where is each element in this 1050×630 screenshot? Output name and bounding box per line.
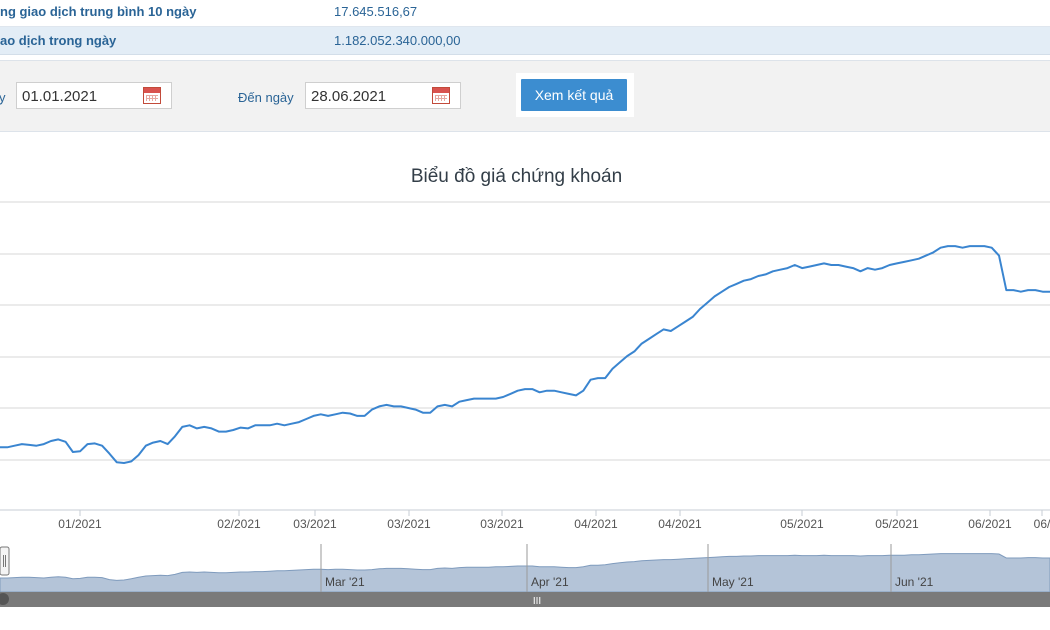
from-date-input[interactable]: 01.01.2021 bbox=[16, 82, 172, 109]
avg-volume-label: ng giao dịch trung bình 10 ngày bbox=[0, 4, 197, 19]
navigator-label: Apr '21 bbox=[531, 575, 569, 589]
grip-icon[interactable]: III bbox=[533, 596, 541, 607]
x-tick-label: 03/2021 bbox=[387, 517, 431, 531]
x-tick-label: 05/2021 bbox=[780, 517, 824, 531]
navigator-scrollbar[interactable] bbox=[0, 592, 1050, 607]
calendar-icon[interactable] bbox=[143, 87, 161, 104]
to-date-label: Đến ngày bbox=[238, 90, 294, 105]
grip-handle-icon[interactable] bbox=[0, 546, 10, 576]
price-series-line bbox=[0, 245, 1050, 464]
x-tick-label: 02/2021 bbox=[217, 517, 261, 531]
avg-volume-row: ng giao dịch trung bình 10 ngày 17.645.5… bbox=[0, 0, 1050, 27]
navigator-label: Jun '21 bbox=[895, 575, 934, 589]
range-navigator[interactable]: Mar '21 Apr '21 May '21 Jun '21 III bbox=[0, 534, 1050, 607]
x-tick-label: 06/2021 bbox=[968, 517, 1012, 531]
x-tick-label: 04/2021 bbox=[574, 517, 618, 531]
from-date-label: y bbox=[0, 90, 6, 105]
to-date-input[interactable]: 28.06.2021 bbox=[305, 82, 461, 109]
chart-title: Biểu đồ giá chứng khoán bbox=[410, 166, 623, 187]
navigator-label: Mar '21 bbox=[325, 575, 365, 589]
x-tick-label: 05/2021 bbox=[875, 517, 919, 531]
x-tick-label: 03/2021 bbox=[293, 517, 337, 531]
x-tick-label: 03/2021 bbox=[480, 517, 524, 531]
x-tick-label: 06/ bbox=[1034, 517, 1050, 531]
daily-value-label: ao dịch trong ngày bbox=[0, 33, 117, 48]
avg-volume-value: 17.645.516,67 bbox=[334, 4, 418, 19]
from-date-value: 01.01.2021 bbox=[22, 88, 98, 105]
daily-value-row: ao dịch trong ngày 1.182.052.340.000,00 bbox=[0, 27, 1050, 55]
stock-price-chart[interactable]: 01/2021 02/2021 03/2021 03/2021 03/2021 04/20… bbox=[0, 195, 1050, 610]
x-tick-label: 01/2021 bbox=[58, 517, 102, 531]
calendar-icon[interactable] bbox=[432, 87, 450, 104]
daily-value-value: 1.182.052.340.000,00 bbox=[334, 33, 461, 48]
navigator-label: May '21 bbox=[712, 575, 754, 589]
x-tick-label: 04/2021 bbox=[658, 517, 702, 531]
view-results-button[interactable]: Xem kết quả bbox=[521, 79, 627, 111]
submit-button-wrapper: Xem kết quả bbox=[516, 73, 634, 117]
to-date-value: 28.06.2021 bbox=[311, 88, 387, 105]
